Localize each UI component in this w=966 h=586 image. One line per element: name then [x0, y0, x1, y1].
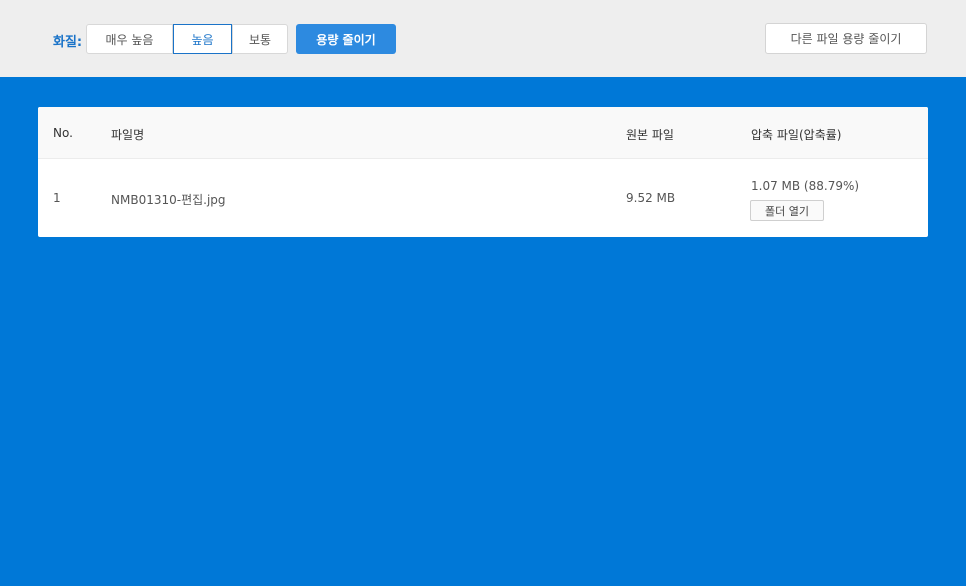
row-original-size: 9.52 MB: [626, 191, 676, 205]
header-compressed-file: 압축 파일(압축률): [751, 128, 842, 142]
header-no: No.: [53, 126, 73, 140]
header-original-file: 원본 파일: [626, 128, 674, 142]
quality-normal-button[interactable]: 보통: [232, 24, 288, 54]
row-file-name: NMB01310-편집.jpg: [111, 193, 226, 207]
header-file-name: 파일명: [111, 128, 145, 142]
row-number: 1: [53, 191, 61, 205]
reduce-size-button[interactable]: 용량 줄이기: [296, 24, 396, 54]
toolbar: 화질: 매우 높음 높음 보통 용량 줄이기 다른 파일 용량 줄이기: [0, 0, 966, 77]
quality-very-high-button[interactable]: 매우 높음: [86, 24, 173, 54]
results-table: No. 파일명 원본 파일 압축 파일(압축률) 1 NMB01310-편집.j…: [38, 107, 928, 237]
table-header: No. 파일명 원본 파일 압축 파일(압축률): [38, 107, 928, 159]
row-compressed-size: 1.07 MB (88.79%): [751, 179, 860, 193]
open-folder-button[interactable]: 폴더 열기: [750, 200, 824, 221]
reduce-other-file-button[interactable]: 다른 파일 용량 줄이기: [765, 23, 927, 54]
quality-label: 화질:: [53, 35, 83, 50]
quality-high-button[interactable]: 높음: [173, 24, 232, 54]
